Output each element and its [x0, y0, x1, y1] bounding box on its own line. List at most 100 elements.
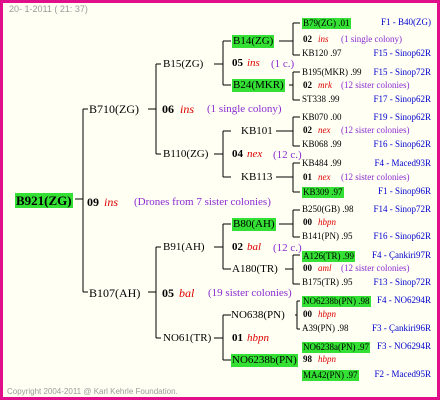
pedigree-frame: 20- 1-2011 ( 21: 37) Copyright 2004-2011… — [0, 0, 440, 400]
gen4-queen-12[interactable]: B250(GB) .98 — [302, 205, 354, 214]
gen4-year-16: 00 — [303, 263, 312, 273]
g2a-note: (1 c.) — [271, 58, 295, 70]
g2c-note: (12 c.) — [273, 242, 302, 254]
g1-top-note: (1 single colony) — [207, 103, 282, 115]
root-note: (Drones from 7 sister colonies) — [134, 196, 271, 208]
gen4-origin-17: F13 - Sinop72R — [373, 277, 431, 287]
gen4-mark-4: mrk — [318, 80, 332, 90]
gen4-queen-23[interactable]: MA42(PN) .97 — [302, 370, 359, 381]
g2b-queen[interactable]: B110(ZG) — [163, 149, 208, 160]
g3e-queen[interactable]: B80(AH) — [232, 218, 276, 231]
g1-bottom-year: 05 — [162, 286, 174, 300]
g3a-connector — [279, 22, 300, 56]
g2a-queen[interactable]: B15(ZG) — [163, 59, 203, 70]
gen4-origin-11: F1 - Sinop96R — [377, 186, 431, 196]
g1-bottom-connector — [148, 246, 161, 339]
g3b-queen[interactable]: B24(MKR) — [232, 79, 285, 92]
g3a-queen[interactable]: B14(ZG) — [232, 35, 275, 48]
g2a-mark: ins — [247, 57, 260, 69]
gen4-queen-5[interactable]: ST338 .99 — [302, 95, 340, 104]
gen4-queen-9[interactable]: KB484 .99 — [302, 159, 342, 168]
gen4-origin-14: F16 - Sinop62R — [373, 231, 431, 241]
g3f-connector — [285, 254, 300, 285]
gen4-queen-3[interactable]: B195(MKR) .99 — [302, 68, 362, 77]
g2c-mark: bal — [247, 241, 262, 253]
gen4-mark-10: nex — [318, 172, 331, 182]
gen4-mark-22: hbpn — [318, 354, 336, 364]
gen4-origin-6: F19 - Sinop62R — [373, 112, 431, 122]
g2d-connector — [214, 314, 231, 361]
g3e-connector — [279, 209, 300, 238]
gen4-origin-2: F15 - Sinop62R — [373, 48, 431, 58]
gen4-origin-8: F16 - Sinop62R — [373, 139, 431, 149]
g2b-mark: nex — [247, 148, 263, 160]
gen4-queen-2[interactable]: KB120 .97 — [302, 49, 342, 58]
gen4-note-1: (1 single colony) — [341, 34, 402, 44]
g2b-year: 04 — [232, 148, 243, 160]
g3g-connector — [295, 300, 300, 330]
g1-top-queen[interactable]: B710(ZG) — [89, 103, 139, 115]
g3d-queen[interactable]: KB113 — [241, 172, 272, 183]
gen4-origin-9: F4 - Maced93R — [374, 158, 432, 168]
gen4-note-4: (12 sister colonies) — [341, 80, 410, 90]
gen4-origin-21: F3 - NO6294R — [376, 341, 431, 351]
gen4-origin-23: F2 - Maced95R — [374, 369, 432, 379]
root-mark: ins — [104, 195, 119, 209]
copyright-footer: Copyright 2004-2011 @ Karl Kehrle Founda… — [7, 387, 178, 396]
gen4-queen-14[interactable]: B141(PN) .95 — [302, 232, 353, 241]
g2b-note: (12 c.) — [273, 149, 302, 161]
gen4-queen-17[interactable]: B175(TR) .95 — [302, 278, 353, 287]
gen4-origin-0: F1 - B40(ZG) — [381, 17, 431, 27]
g3d-connector — [276, 162, 300, 193]
gen4-queen-15[interactable]: A126(TR) .99 — [302, 251, 355, 262]
gen4-origin-3: F15 - Sinop72R — [373, 67, 431, 77]
gen4-queen-20[interactable]: A39(PN) .98 — [302, 324, 349, 333]
g2a-year: 05 — [232, 57, 243, 69]
gen4-origin-12: F14 - Sinop72R — [373, 204, 431, 214]
gen4-year-1: 02 — [303, 34, 312, 44]
gen4-origin-18: F4 - NO6294R — [376, 295, 431, 305]
gen4-mark-13: hbpn — [318, 217, 336, 227]
gen4-mark-7: nex — [318, 125, 331, 135]
gen4-mark-19: hbpn — [318, 309, 336, 319]
g2d-year: 01 — [232, 332, 243, 344]
gen4-year-4: 02 — [303, 80, 312, 90]
g1-bottom-queen[interactable]: B107(AH) — [89, 287, 140, 299]
gen4-queen-6[interactable]: KB070 .00 — [302, 113, 342, 122]
root-year: 09 — [87, 195, 99, 209]
gen4-queen-21[interactable]: NO6238a(PN) .97 — [302, 342, 370, 353]
gen4-queen-18[interactable]: NO6238b(PN) .98 — [302, 296, 371, 307]
g3f-queen[interactable]: A180(TR) — [232, 264, 278, 275]
root-queen[interactable]: B921(ZG) — [15, 193, 73, 208]
g2b-connector — [214, 130, 231, 178]
gen4-mark-16: aml — [318, 263, 332, 273]
g2a-connector — [214, 40, 231, 86]
g3g-queen[interactable]: NO638(PN) — [231, 310, 285, 321]
gen4-queen-0[interactable]: B79(ZG) .01 — [302, 18, 351, 29]
gen4-origin-5: F17 - Sinop62R — [373, 94, 431, 104]
gen4-note-7: (12 sister colonies) — [341, 125, 410, 135]
gen4-year-22: 98 — [303, 354, 312, 364]
gen4-queen-8[interactable]: KB068 .99 — [302, 140, 342, 149]
gen4-year-13: 00 — [303, 217, 312, 227]
g3c-queen[interactable]: KB101 — [241, 126, 273, 137]
gen4-mark-1: ins — [318, 34, 329, 44]
g2c-connector — [214, 223, 231, 270]
g2c-queen[interactable]: B91(AH) — [163, 242, 205, 253]
gen4-note-16: (12 sister colonies) — [341, 263, 410, 273]
g3h-queen[interactable]: NO6238b(PN) — [231, 354, 298, 367]
timestamp-header: 20- 1-2011 ( 21: 37) — [9, 4, 88, 14]
gen4-note-10: (12 sister colonies) — [341, 172, 410, 182]
g1-top-mark: ins — [180, 102, 195, 116]
g3b-connector — [289, 71, 300, 101]
g2c-year: 02 — [232, 241, 243, 253]
g2d-queen[interactable]: NO61(TR) — [163, 333, 211, 344]
g3c-connector — [276, 116, 300, 147]
gen4-queen-11[interactable]: KB309 .97 — [302, 187, 344, 198]
g1-bottom-mark: bal — [179, 286, 195, 300]
gen4-year-10: 01 — [303, 172, 312, 182]
g2d-mark: hbpn — [247, 332, 269, 344]
gen4-origin-15: F4 - Çankiri97R — [371, 250, 431, 260]
g1-bottom-note: (19 sister colonies) — [208, 287, 292, 299]
gen4-year-7: 02 — [303, 125, 312, 135]
